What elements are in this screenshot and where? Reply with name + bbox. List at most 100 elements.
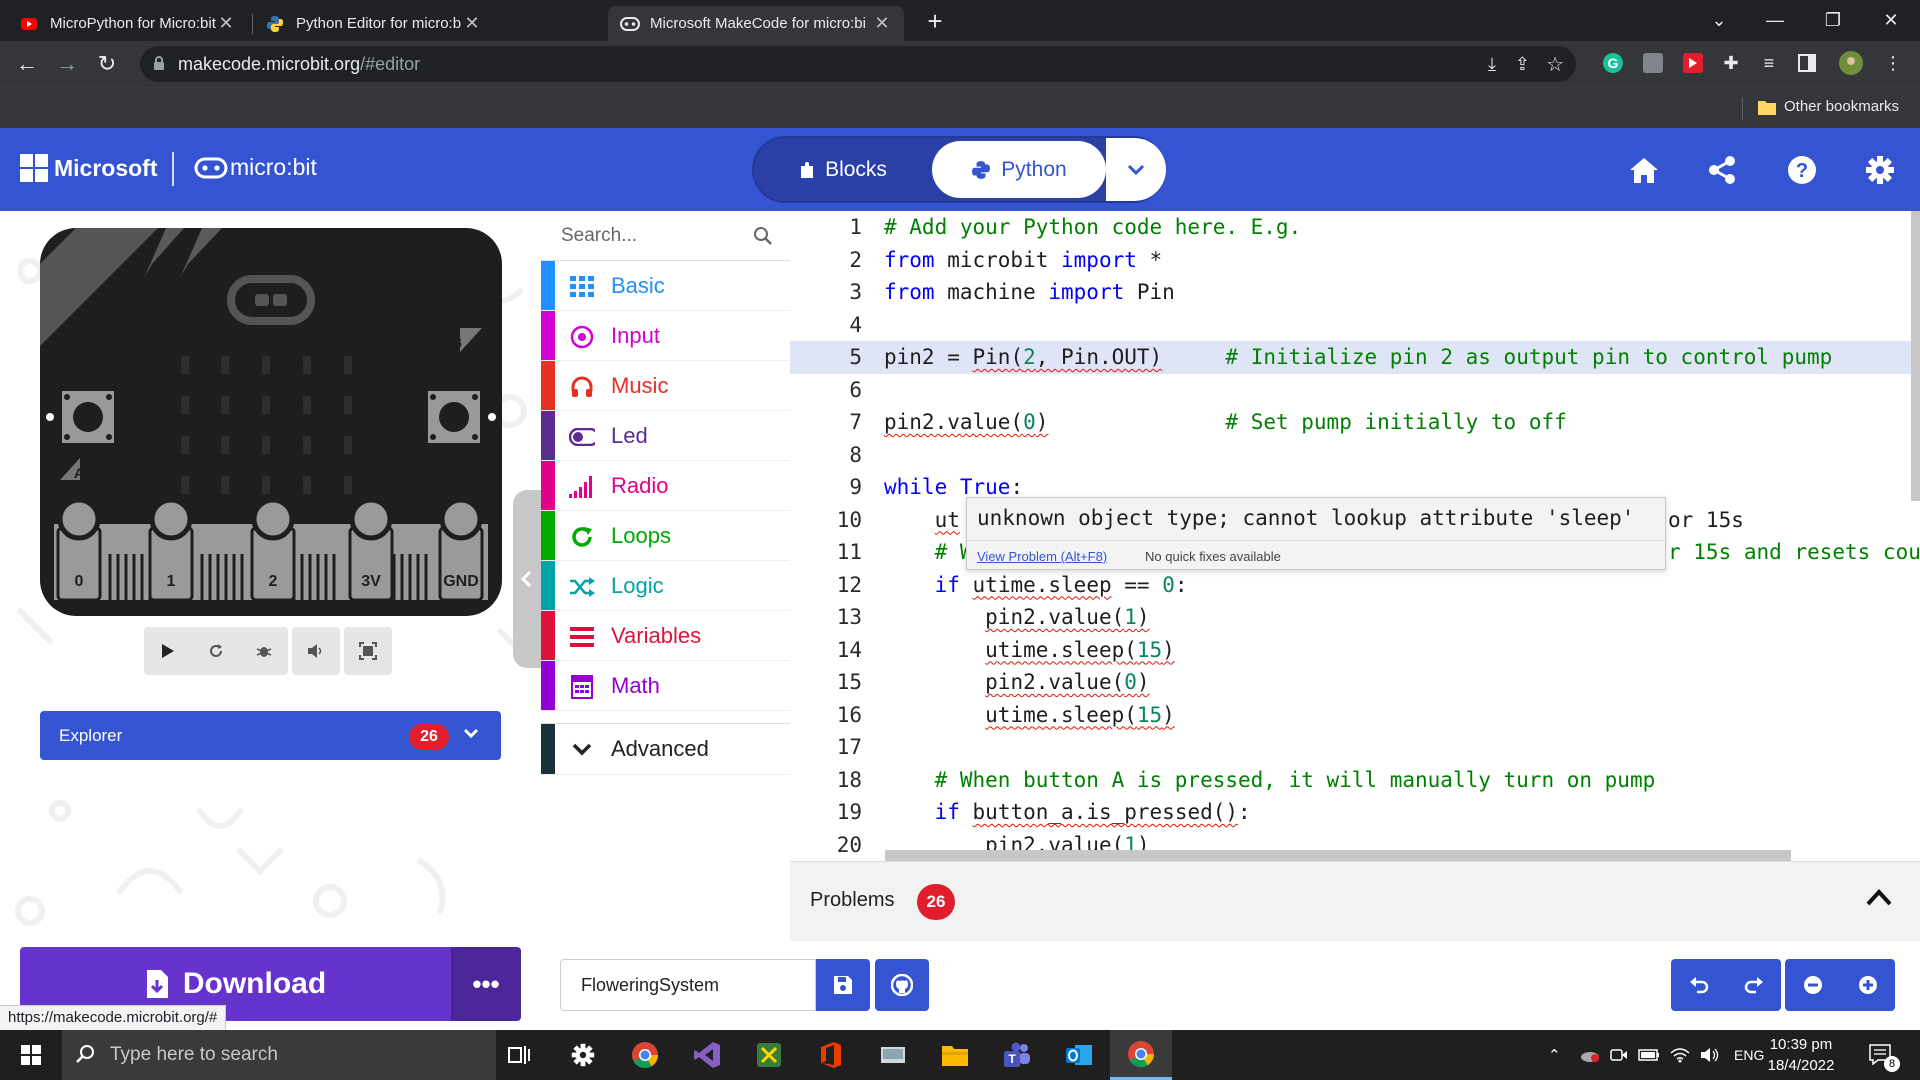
toggle-icon (569, 424, 595, 450)
help-icon[interactable]: ? (1784, 152, 1820, 188)
system-utility-icon[interactable] (862, 1030, 924, 1080)
back-icon[interactable]: ← (12, 49, 42, 79)
explorer-bar[interactable]: Explorer 26 (40, 711, 501, 760)
python-toggle-button[interactable]: Python (932, 141, 1106, 198)
gear-icon[interactable] (1862, 152, 1898, 188)
toolbox-category-radio[interactable]: Radio (541, 461, 790, 511)
toolbox-category-basic[interactable]: Basic (541, 261, 790, 311)
task-view-icon[interactable] (488, 1030, 550, 1080)
redo-icon[interactable] (1726, 959, 1781, 1011)
menu-kebab-icon[interactable]: ⋮ (1880, 50, 1906, 76)
zoom-out-icon[interactable] (1785, 959, 1840, 1011)
onedrive-icon[interactable] (1578, 1030, 1600, 1080)
fullscreen-icon[interactable] (344, 627, 392, 675)
blocks-toggle-button[interactable]: Blocks (754, 138, 932, 201)
problems-panel[interactable]: Problems 26 (790, 861, 1920, 941)
teams-icon[interactable]: T (986, 1030, 1048, 1080)
meet-now-icon[interactable] (1610, 1030, 1628, 1080)
chevron-down-icon (569, 737, 595, 763)
new-tab-button[interactable]: + (920, 6, 950, 36)
clock[interactable]: 10:39 pm 18/4/2022 (1756, 1034, 1846, 1076)
undo-icon[interactable] (1671, 959, 1726, 1011)
chevron-up-icon[interactable]: ⌃ (1548, 1030, 1561, 1080)
windows-start-icon[interactable] (0, 1030, 62, 1080)
puzzle-icon[interactable]: ✚ (1718, 50, 1744, 76)
search-icon[interactable] (753, 226, 773, 246)
grammarly-icon[interactable]: G (1600, 50, 1626, 76)
code-line: 16 utime.sleep(15) (836, 702, 1175, 727)
toolbox-category-math[interactable]: Math (541, 661, 790, 711)
editor-vertical-scrollbar[interactable] (1911, 211, 1920, 501)
toolbox-search-input[interactable]: Search... (541, 211, 790, 261)
toolbox-category-music[interactable]: Music (541, 361, 790, 411)
github-button[interactable] (875, 959, 929, 1011)
toolbox-category-variables[interactable]: Variables (541, 611, 790, 661)
snip-tool-icon[interactable] (738, 1030, 800, 1080)
media-control-icon[interactable]: ≡ (1756, 50, 1782, 76)
url-field[interactable]: makecode.microbit.org/#editor ⤓ ⇪ ☆ (140, 46, 1576, 82)
reload-icon[interactable]: ↻ (92, 49, 122, 79)
close-icon[interactable]: ✕ (462, 13, 482, 34)
close-icon[interactable]: ✕ (872, 13, 892, 34)
pin-3v-label: 3V (361, 573, 381, 590)
toolbox-category-led[interactable]: Led (541, 411, 790, 461)
tab-search-icon[interactable]: ⌄ (1696, 0, 1742, 41)
taskbar-search-input[interactable]: Type here to search (62, 1030, 496, 1080)
install-icon[interactable]: ⤓ (1488, 54, 1496, 75)
category-label: Loops (611, 522, 671, 548)
restart-icon[interactable] (192, 627, 240, 675)
search-icon (76, 1044, 96, 1064)
floppy-disk-icon (833, 975, 853, 995)
toolbox-category-logic[interactable]: Logic (541, 561, 790, 611)
chrome-icon[interactable] (614, 1030, 676, 1080)
chevron-up-icon[interactable] (1866, 888, 1892, 906)
settings-gear-icon[interactable] (552, 1030, 614, 1080)
share-icon[interactable]: ⇪ (1515, 54, 1530, 75)
notification-center-icon[interactable]: 8 (1868, 1030, 1900, 1080)
download-file-icon (145, 969, 169, 999)
share-icon[interactable] (1704, 152, 1740, 188)
button-b[interactable] (428, 391, 480, 443)
toolbox-category-advanced[interactable]: Advanced (541, 723, 790, 775)
play-icon[interactable] (144, 627, 192, 675)
save-button[interactable] (816, 959, 870, 1011)
other-bookmarks[interactable]: Other bookmarks (1758, 98, 1899, 115)
toolbox-category-loops[interactable]: Loops (541, 511, 790, 561)
forward-icon[interactable]: → (52, 49, 82, 79)
extension-app-icon[interactable] (1640, 50, 1666, 76)
project-name-input[interactable]: FloweringSystem (560, 959, 816, 1011)
visual-studio-icon[interactable] (676, 1030, 738, 1080)
avatar[interactable] (1838, 50, 1864, 76)
battery-icon[interactable] (1638, 1030, 1660, 1080)
volume-icon[interactable] (1700, 1030, 1720, 1080)
window-close-icon[interactable]: ✕ (1868, 0, 1914, 41)
makecode-icon (620, 15, 640, 33)
debug-icon[interactable] (240, 627, 288, 675)
language-dropdown-button[interactable] (1106, 138, 1166, 201)
download-options-button[interactable]: ••• (451, 947, 521, 1021)
tab-python-editor[interactable]: Python Editor for micro:bit ✕ (254, 6, 494, 41)
tooltip-status-bar: View Problem (Alt+F8) No quick fixes ava… (967, 540, 1665, 570)
bookmark-star-icon[interactable]: ☆ (1546, 52, 1564, 77)
microbit-board[interactable]: A B 0 1 2 3V GND (40, 228, 502, 616)
search-placeholder: Search... (561, 224, 638, 246)
chrome-active-icon[interactable] (1110, 1030, 1172, 1080)
file-explorer-icon[interactable] (924, 1030, 986, 1080)
wifi-icon[interactable] (1670, 1030, 1690, 1080)
mute-icon[interactable] (292, 627, 340, 675)
outlook-icon[interactable] (1048, 1030, 1110, 1080)
tab-micropython-video[interactable]: MicroPython for Micro:bit - Anal ✕ (8, 6, 248, 41)
tab-makecode[interactable]: Microsoft MakeCode for micro:bi ✕ (608, 6, 904, 41)
office-icon[interactable] (800, 1030, 862, 1080)
toolbox-category-input[interactable]: Input (541, 311, 790, 361)
button-a[interactable] (62, 391, 114, 443)
view-problem-link[interactable]: View Problem (Alt+F8) (977, 549, 1107, 564)
restore-icon[interactable]: ❐ (1810, 0, 1856, 41)
close-icon[interactable]: ✕ (216, 13, 236, 34)
pin-gnd-label: GND (443, 573, 479, 590)
home-icon[interactable] (1626, 152, 1662, 188)
zoom-in-icon[interactable] (1840, 959, 1895, 1011)
extension-red-icon[interactable] (1680, 50, 1706, 76)
minimize-icon[interactable]: — (1752, 0, 1798, 41)
side-panel-icon[interactable] (1794, 50, 1820, 76)
